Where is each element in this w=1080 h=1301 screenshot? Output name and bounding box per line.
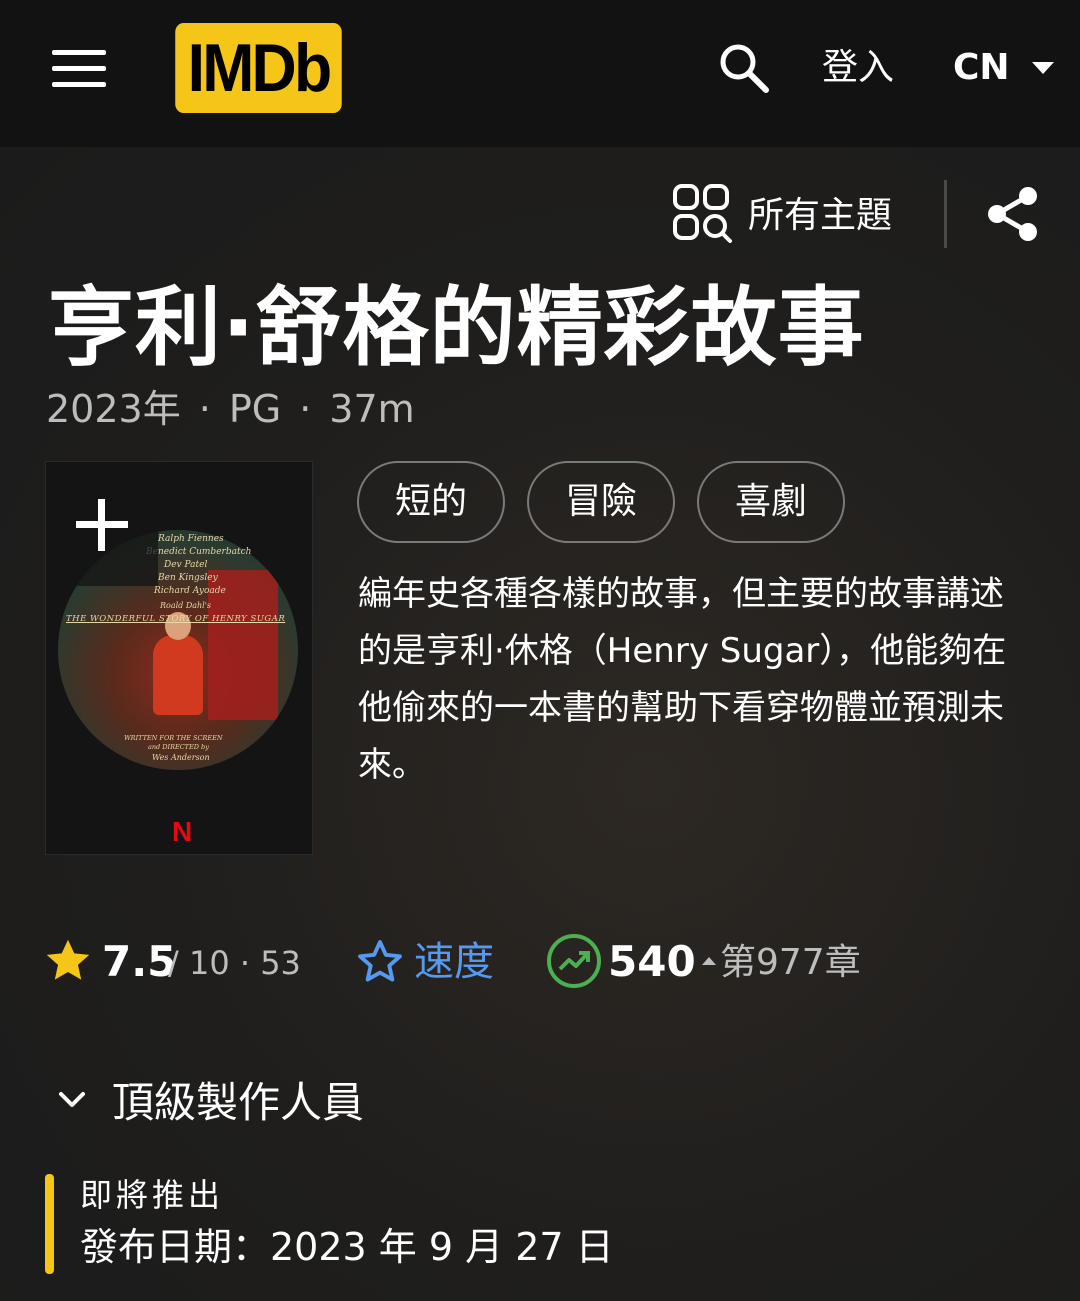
title-meta: 2023年 · PG · 37m bbox=[46, 386, 415, 432]
share-icon[interactable] bbox=[984, 184, 1042, 244]
release-year: 2023年 bbox=[46, 387, 181, 431]
top-crew-toggle[interactable]: 頂級製作人員 bbox=[112, 1076, 364, 1130]
poster-credit: Roald Dahl's bbox=[160, 601, 212, 610]
trending-up-icon bbox=[545, 932, 603, 994]
release-date: 發布日期：2023 年 9 月 27 日 bbox=[80, 1225, 614, 1269]
poster-credit: Ralph Fiennes bbox=[158, 534, 224, 544]
topics-grid-icon bbox=[673, 184, 732, 243]
poster-director-label: and DIRECTED by bbox=[148, 743, 209, 751]
all-topics-button[interactable] bbox=[672, 183, 734, 245]
poster[interactable]: Ralph Fiennes Benedict Cumberbatch Dev P… bbox=[45, 461, 313, 855]
caret-up-icon bbox=[702, 957, 716, 965]
poster-writer: WRITTEN FOR THE SCREEN bbox=[124, 734, 223, 742]
certificate: PG bbox=[228, 387, 282, 431]
poster-credit: Ben Kingsley bbox=[158, 573, 218, 583]
release-accent-bar bbox=[45, 1174, 54, 1274]
language-selector[interactable]: CN bbox=[953, 44, 1010, 92]
release-status: 即將推出 bbox=[80, 1176, 225, 1214]
menu-icon[interactable] bbox=[52, 50, 106, 88]
rating-value[interactable]: 7.5 bbox=[102, 936, 176, 988]
top-bar: IMDb 登入 CN bbox=[0, 0, 1080, 147]
poster-credit: Benedict Cumberbatch bbox=[146, 547, 252, 557]
search-icon[interactable] bbox=[716, 40, 772, 96]
genre-chip[interactable]: 冒險 bbox=[527, 461, 675, 543]
add-to-watchlist-button[interactable] bbox=[46, 462, 158, 586]
meta-separator: · bbox=[198, 387, 211, 431]
caret-down-icon[interactable] bbox=[1032, 62, 1054, 74]
all-topics-label[interactable]: 所有主題 bbox=[748, 192, 892, 240]
rate-button[interactable]: 速度 bbox=[414, 936, 494, 988]
poster-credit: Richard Ayoade bbox=[154, 586, 226, 596]
chevron-down-icon[interactable] bbox=[58, 1090, 86, 1114]
star-outline-icon[interactable] bbox=[354, 936, 406, 992]
netflix-logo: N bbox=[172, 816, 193, 847]
meta-separator: · bbox=[299, 387, 312, 431]
popularity-rank: 第977章 bbox=[720, 942, 861, 983]
poster-director: Wes Anderson bbox=[152, 753, 210, 762]
runtime: 37m bbox=[329, 387, 415, 431]
rating-max: / 10 · 53 bbox=[168, 944, 301, 982]
page-title: 亨利·舒格的精彩故事 bbox=[48, 278, 865, 378]
genre-chip[interactable]: 喜劇 bbox=[697, 461, 845, 543]
popularity-value[interactable]: 540 bbox=[608, 936, 696, 988]
genre-chip[interactable]: 短的 bbox=[357, 461, 505, 543]
poster-film-title: THE WONDERFUL STORY OF HENRY SUGAR bbox=[66, 614, 286, 624]
login-link[interactable]: 登入 bbox=[822, 44, 894, 92]
plot-summary[interactable]: 編年史各種各樣的故事，但主要的故事講述的是亨利·休格（Henry Sugar），… bbox=[358, 566, 1028, 794]
star-icon bbox=[42, 935, 94, 991]
toolbar-divider bbox=[944, 180, 947, 248]
imdb-logo[interactable]: IMDb bbox=[175, 23, 342, 113]
poster-credit: Dev Patel bbox=[164, 560, 208, 570]
